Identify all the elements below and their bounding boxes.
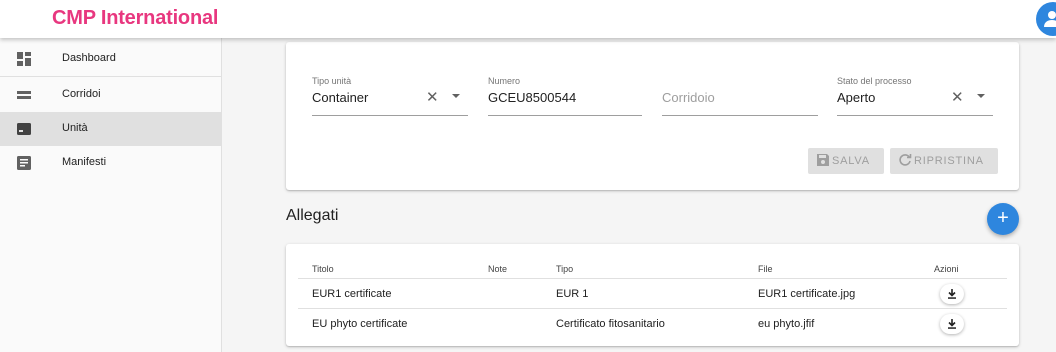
- cell-tipo: EUR 1: [556, 288, 589, 300]
- column-header-note: Note: [488, 264, 508, 274]
- tipo-unita-select[interactable]: Tipo unità Container ✕: [312, 76, 468, 116]
- download-icon: [948, 319, 956, 329]
- chevron-down-icon[interactable]: [452, 94, 460, 98]
- refresh-icon: [899, 154, 912, 166]
- app-title[interactable]: CMP International: [52, 7, 218, 30]
- tipo-unita-label: Tipo unità: [312, 76, 352, 86]
- save-label: SALVA: [832, 155, 870, 167]
- attachments-title: Allegati: [286, 207, 339, 224]
- sidebar: Dashboard Corridoi Unità Manifesti: [0, 38, 222, 352]
- numero-underline: [488, 115, 642, 116]
- sidebar-item-manifesti[interactable]: Manifesti: [0, 146, 221, 180]
- chevron-down-icon[interactable]: [977, 94, 985, 98]
- save-button[interactable]: SALVA: [808, 148, 884, 174]
- download-button[interactable]: [940, 314, 964, 334]
- cell-file: EUR1 certificate.jpg: [758, 288, 856, 300]
- corridoio-field[interactable]: Corridoio: [662, 76, 818, 116]
- account-button[interactable]: [1036, 2, 1056, 36]
- numero-label: Numero: [488, 76, 521, 86]
- sidebar-item-label: Unità: [62, 122, 88, 134]
- header-divider: [298, 278, 1007, 279]
- cell-titolo: EUR1 certificate: [312, 288, 392, 300]
- clear-icon[interactable]: ✕: [426, 88, 439, 106]
- clear-icon[interactable]: ✕: [951, 88, 964, 106]
- attachments-table: Titolo Note Tipo File Azioni EUR1 certif…: [286, 244, 1019, 346]
- unit-icon: [17, 123, 31, 135]
- unit-detail-card: Tipo unità Container ✕ Numero GCEU850054…: [286, 42, 1019, 190]
- corridoio-placeholder: Corridoio: [662, 90, 715, 105]
- sidebar-item-corridoi[interactable]: Corridoi: [0, 78, 221, 112]
- save-icon: [817, 154, 829, 166]
- stato-value: Aperto: [837, 90, 876, 105]
- account-icon: [1044, 11, 1056, 27]
- sidebar-item-label: Manifesti: [62, 156, 107, 168]
- column-header-tipo: Tipo: [556, 264, 574, 274]
- corridor-icon: [17, 91, 31, 99]
- column-header-azioni: Azioni: [934, 264, 959, 274]
- corridoio-underline: [662, 115, 818, 116]
- sidebar-divider: [0, 76, 221, 77]
- sidebar-item-label: Dashboard: [62, 52, 116, 64]
- row-divider: [298, 308, 1007, 309]
- stato-underline: [837, 115, 993, 116]
- tipo-unita-underline: [312, 115, 468, 116]
- download-button[interactable]: [940, 284, 964, 304]
- dashboard-icon: [17, 52, 31, 66]
- document-icon: [17, 156, 31, 170]
- cell-titolo: EU phyto certificate: [312, 318, 408, 330]
- numero-value: GCEU8500544: [488, 90, 577, 105]
- column-header-file: File: [758, 264, 773, 274]
- cell-file: eu phyto.jfif: [758, 318, 815, 330]
- tipo-unita-value: Container: [312, 90, 369, 105]
- column-header-titolo: Titolo: [312, 264, 334, 274]
- sidebar-item-unita[interactable]: Unità: [0, 112, 221, 146]
- add-attachment-button[interactable]: +: [987, 203, 1019, 235]
- sidebar-item-label: Corridoi: [62, 88, 101, 100]
- top-app-bar: CMP International: [0, 0, 1056, 38]
- reset-label: RIPRISTINA: [914, 155, 984, 167]
- stato-label: Stato del processo: [837, 76, 912, 86]
- cell-tipo: Certificato fitosanitario: [556, 318, 665, 330]
- reset-button[interactable]: RIPRISTINA: [890, 148, 998, 174]
- numero-field[interactable]: Numero GCEU8500544: [488, 76, 642, 116]
- download-icon: [948, 289, 956, 299]
- stato-select[interactable]: Stato del processo Aperto ✕: [837, 76, 993, 116]
- sidebar-item-dashboard[interactable]: Dashboard: [0, 42, 221, 76]
